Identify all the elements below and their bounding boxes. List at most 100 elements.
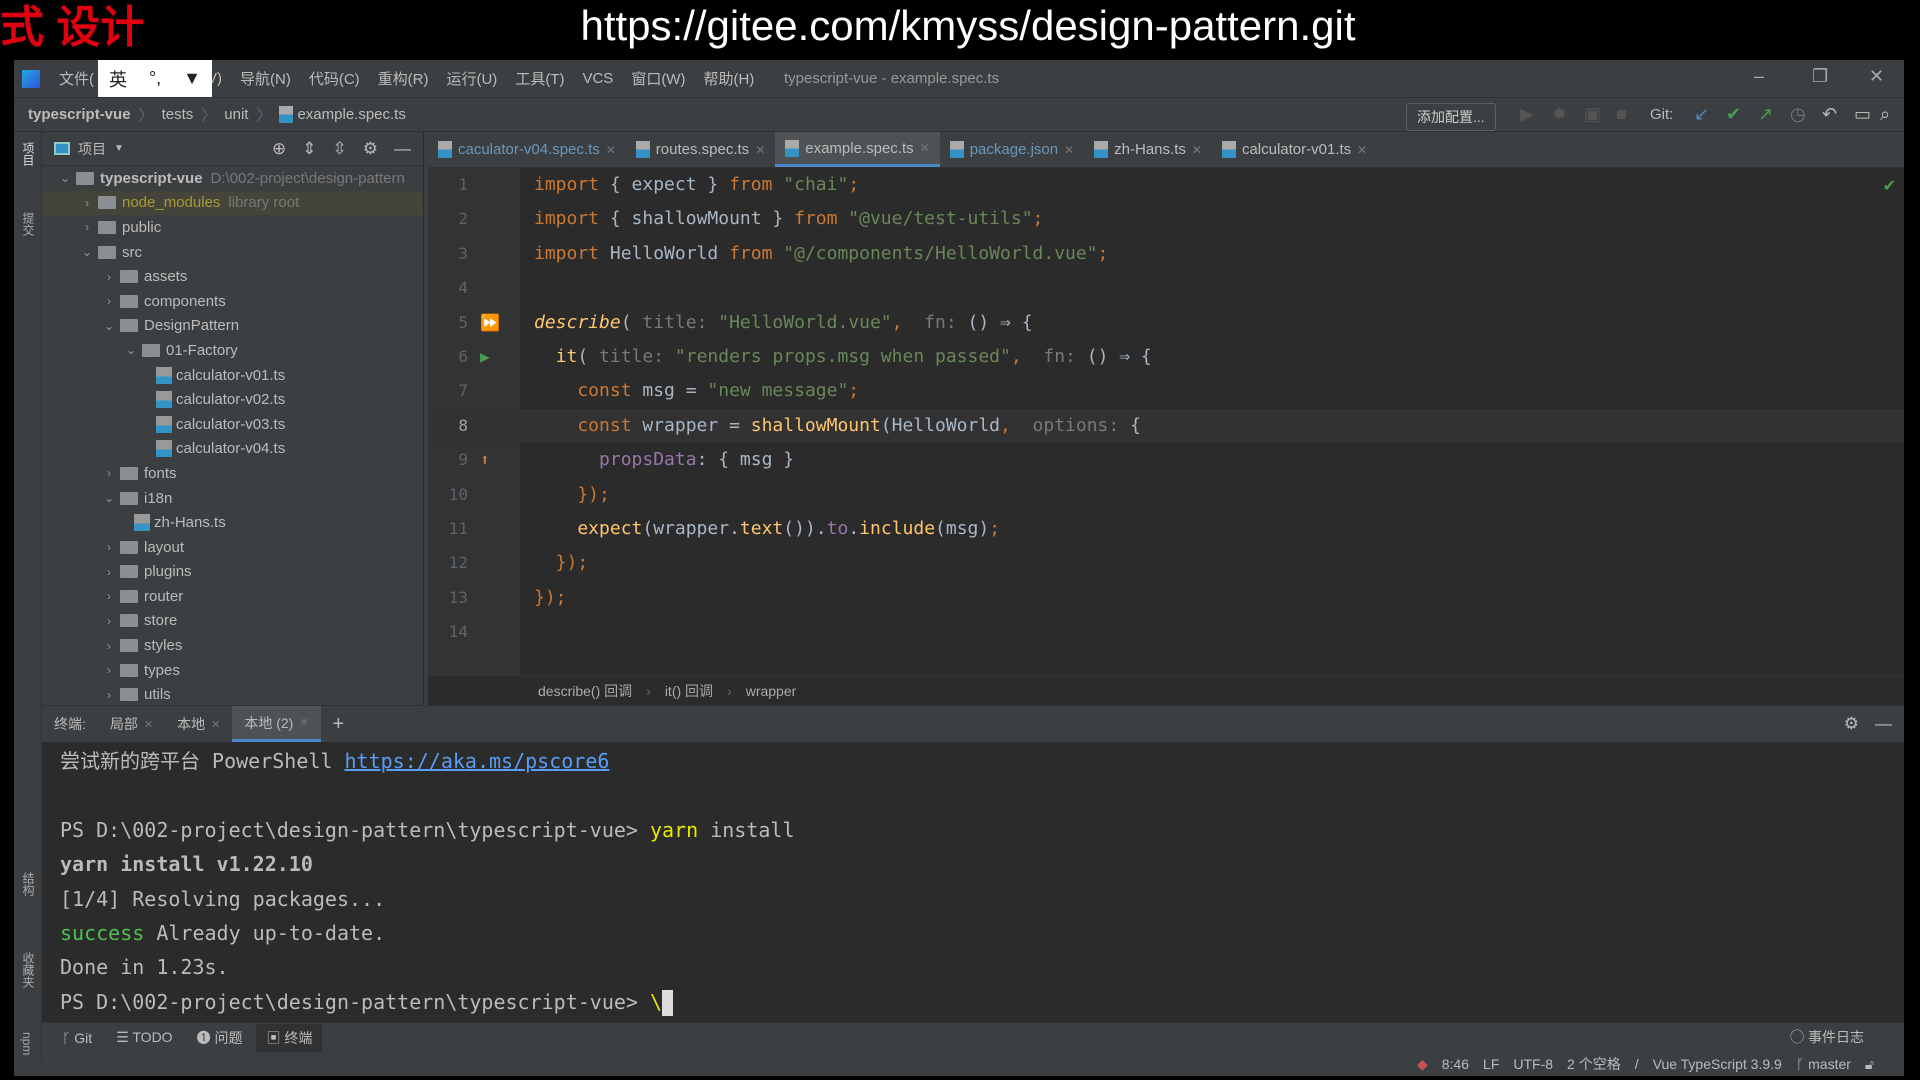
editor-tab[interactable]: calculator-v01.ts ✕ [1212,132,1377,167]
menu-file[interactable]: 文件( [50,68,103,89]
line-separator[interactable]: LF [1483,1056,1499,1072]
tree-item[interactable]: › plugins [42,560,423,585]
close-tab-icon[interactable]: ✕ [144,718,153,731]
line-number[interactable]: 6 [428,340,468,374]
line-number[interactable]: 1 [428,168,468,202]
run-test-icon[interactable]: ▶ [480,340,490,374]
git-push-icon[interactable]: ↗ [1758,104,1773,125]
history-icon[interactable]: ◷ [1790,104,1806,125]
ime-lang[interactable]: 英 [109,66,127,92]
file-encoding[interactable]: UTF-8 [1513,1056,1553,1072]
tree-item[interactable]: › router [42,584,423,609]
line-number[interactable]: 3 [428,237,468,271]
debug-icon[interactable]: ✹ [1552,104,1567,125]
menu-refactor[interactable]: 重构(R) [369,68,438,89]
tree-item[interactable]: calculator-v04.ts [42,437,423,462]
terminal-settings-icon[interactable]: ⚙ [1844,714,1859,734]
chevron-right-icon[interactable]: › [100,540,118,554]
crumb-project[interactable]: typescript-vue [28,106,131,123]
tree-item[interactable]: › components [42,289,423,314]
line-number[interactable]: 7 [428,374,468,408]
chevron-right-icon[interactable]: › [78,220,96,234]
locate-icon[interactable]: ⊕ [272,139,286,159]
editor-tab[interactable]: package.json ✕ [940,132,1084,167]
editor-tab[interactable]: example.spec.ts ✕ [775,132,940,167]
tree-item[interactable]: › fonts [42,461,423,486]
new-terminal-button[interactable]: + [321,706,357,742]
chevron-right-icon[interactable]: › [100,663,118,677]
menu-tools[interactable]: 工具(T) [506,68,573,89]
tree-item[interactable]: ⌄ 01-Factory [42,338,423,363]
tree-item[interactable]: ⌄ src [42,240,423,265]
line-number[interactable]: 9 [428,443,468,477]
chevron-right-icon[interactable]: › [100,639,118,653]
commit-tool-tab[interactable]: 提交 [20,212,37,236]
close-tab-icon[interactable]: ✕ [1192,143,1202,157]
tree-item[interactable]: › store [42,609,423,634]
typescript-version[interactable]: Vue TypeScript 3.9.9 [1653,1056,1782,1072]
line-number[interactable]: 4 [428,271,468,305]
close-tab-icon[interactable]: ✕ [299,716,308,729]
tree-item[interactable]: zh-Hans.ts [42,510,423,535]
chevron-right-icon[interactable]: › [100,614,118,628]
tool-window-info[interactable]: ❶ 问题 [187,1024,253,1052]
lock-icon[interactable]: 🔓︎ [1865,1056,1874,1073]
ime-punct[interactable]: °, [149,68,161,89]
tree-item[interactable]: calculator-v02.ts [42,387,423,412]
tree-item[interactable]: › public [42,215,423,240]
close-tab-icon[interactable]: ✕ [606,143,616,157]
indent-setting[interactable]: 2 个空格 [1567,1054,1621,1074]
crumb-wrapper[interactable]: wrapper [746,683,797,699]
tree-item[interactable]: › styles [42,633,423,658]
chevron-right-icon[interactable]: › [100,270,118,284]
expand-all-icon[interactable]: ⇕ [302,139,316,159]
editor-tab[interactable]: routes.spec.ts ✕ [626,132,775,167]
line-number[interactable]: 5 [428,306,468,340]
chevron-down-icon[interactable]: ⌄ [78,245,96,259]
tree-item[interactable]: › node_modules library root [42,190,423,216]
tree-item[interactable]: › layout [42,535,423,560]
project-view-selector[interactable]: 项目 [78,139,106,159]
ime-skin-icon[interactable]: ▼ [183,68,201,89]
caret-position[interactable]: 8:46 [1442,1056,1469,1072]
menu-run[interactable]: 运行(U) [437,68,506,89]
tree-item[interactable]: ⌄ typescript-vue D:\002-project\design-pat… [42,166,423,191]
rollback-icon[interactable]: ↶ [1822,104,1837,125]
structure-tool-tab[interactable]: 结构 [20,872,37,896]
power-save-icon[interactable]: ◆ [1417,1056,1428,1073]
add-configuration-button[interactable]: 添加配置... [1406,103,1496,131]
close-tab-icon[interactable]: ✕ [1064,143,1074,157]
close-tab-icon[interactable]: ✕ [755,143,765,157]
close-tab-icon[interactable]: ✕ [1357,143,1367,157]
chevron-down-icon[interactable]: ⌄ [100,319,118,333]
coverage-icon[interactable]: ▣ [1584,104,1601,125]
tree-item[interactable]: ⌄ DesignPattern [42,314,423,339]
restore-button[interactable]: ❐ [1812,66,1828,87]
line-number[interactable]: 8 [428,409,468,443]
crumb-it[interactable]: it() 回调 [665,681,713,701]
tree-item[interactable]: › assets [42,264,423,289]
line-number[interactable]: 2 [428,202,468,236]
terminal-tab[interactable]: 本地 ✕ [165,706,232,742]
git-commit-icon[interactable]: ✔ [1726,104,1741,125]
terminal-link[interactable]: https://aka.ms/pscore6 [345,749,610,773]
git-update-icon[interactable]: ↙ [1694,104,1709,125]
terminal-tab[interactable]: 本地 (2) ✕ [232,706,321,742]
ime-toolbar[interactable]: 英 °, ▼ [98,60,212,97]
menu-window[interactable]: 窗口(W) [622,68,694,89]
crumb-file[interactable]: example.spec.ts [297,106,405,123]
close-button[interactable]: ✕ [1869,66,1884,87]
chevron-down-icon[interactable]: ⌄ [122,343,140,357]
project-tool-tab[interactable]: 项目 [20,142,37,166]
chevron-right-icon[interactable]: › [78,196,96,210]
chevron-right-icon[interactable]: › [100,565,118,579]
collapse-all-icon[interactable]: ⇳ [333,139,347,159]
run-icon[interactable]: ▶ [1520,104,1534,125]
tool-window-terminal[interactable]: ▣ 终端 [256,1023,323,1052]
terminal-tab[interactable]: 局部 ✕ [98,706,165,742]
tool-window-list[interactable]: ☰ TODO [106,1025,182,1050]
chevron-down-icon[interactable]: ⌄ [56,171,74,185]
stop-icon[interactable]: ■ [1616,104,1627,125]
tree-item[interactable]: › utils [42,682,423,707]
run-all-tests-icon[interactable]: ⏩ [480,306,500,340]
